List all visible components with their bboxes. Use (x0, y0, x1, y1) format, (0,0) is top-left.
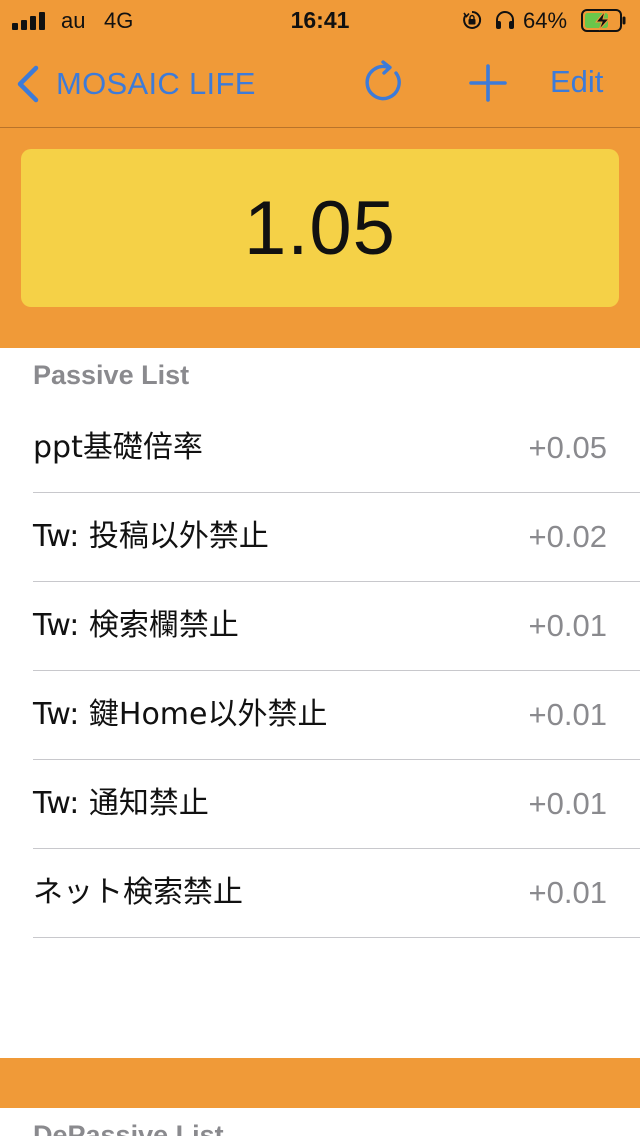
score-value: 1.05 (244, 185, 396, 271)
list-item-value: +0.01 (528, 608, 607, 643)
list-item-value: +0.02 (528, 519, 607, 554)
rotation-lock-icon (463, 10, 482, 29)
section-separator (0, 1058, 640, 1108)
row-divider (33, 937, 640, 938)
battery-charging-icon (581, 9, 626, 32)
list-item-name: ネット検索禁止 (33, 875, 243, 910)
passive-list-header: Passive List (33, 360, 190, 390)
list-item[interactable]: Tw: 投稿以外禁止 +0.02 (0, 493, 640, 582)
back-button-label: MOSAIC LIFE (56, 66, 256, 101)
edit-button[interactable]: Edit (550, 64, 603, 100)
list-item[interactable]: Tw: 検索欄禁止 +0.01 (0, 582, 640, 671)
headphones-icon (496, 11, 514, 29)
passive-list: ppt基礎倍率 +0.05 Tw: 投稿以外禁止 +0.02 Tw: 検索欄禁止… (0, 404, 640, 938)
score-section: 1.05 (0, 128, 640, 348)
app-screen: au 4G 16:41 64% MOSAIC LIFE Edit 1.05 Pa… (0, 0, 640, 1136)
list-item-value: +0.01 (528, 875, 607, 910)
plus-icon[interactable] (467, 62, 509, 104)
refresh-icon[interactable] (360, 59, 406, 105)
list-item-name: Tw: 投稿以外禁止 (33, 519, 269, 554)
list-item-value: +0.01 (528, 697, 607, 732)
navigation-bar: MOSAIC LIFE Edit (0, 40, 640, 128)
list-item-name: Tw: 検索欄禁止 (33, 608, 239, 643)
list-item-name: ppt基礎倍率 (33, 430, 203, 465)
depassive-list-header: DePassive List (33, 1120, 224, 1136)
back-button[interactable]: MOSAIC LIFE (14, 64, 256, 104)
list-item[interactable]: ネット検索禁止 +0.01 (0, 849, 640, 938)
list-item[interactable]: Tw: 通知禁止 +0.01 (0, 760, 640, 849)
list-item-name: Tw: 鍵Home以外禁止 (33, 697, 328, 732)
list-item-name: Tw: 通知禁止 (33, 786, 209, 821)
list-item-value: +0.01 (528, 786, 607, 821)
list-item[interactable]: ppt基礎倍率 +0.05 (0, 404, 640, 493)
list-item[interactable]: Tw: 鍵Home以外禁止 +0.01 (0, 671, 640, 760)
chevron-left-icon (17, 65, 39, 103)
status-bar: au 4G 16:41 64% (0, 0, 640, 40)
battery-percent: 64% (523, 8, 568, 33)
list-item-value: +0.05 (528, 430, 607, 465)
score-card: 1.05 (21, 149, 619, 307)
